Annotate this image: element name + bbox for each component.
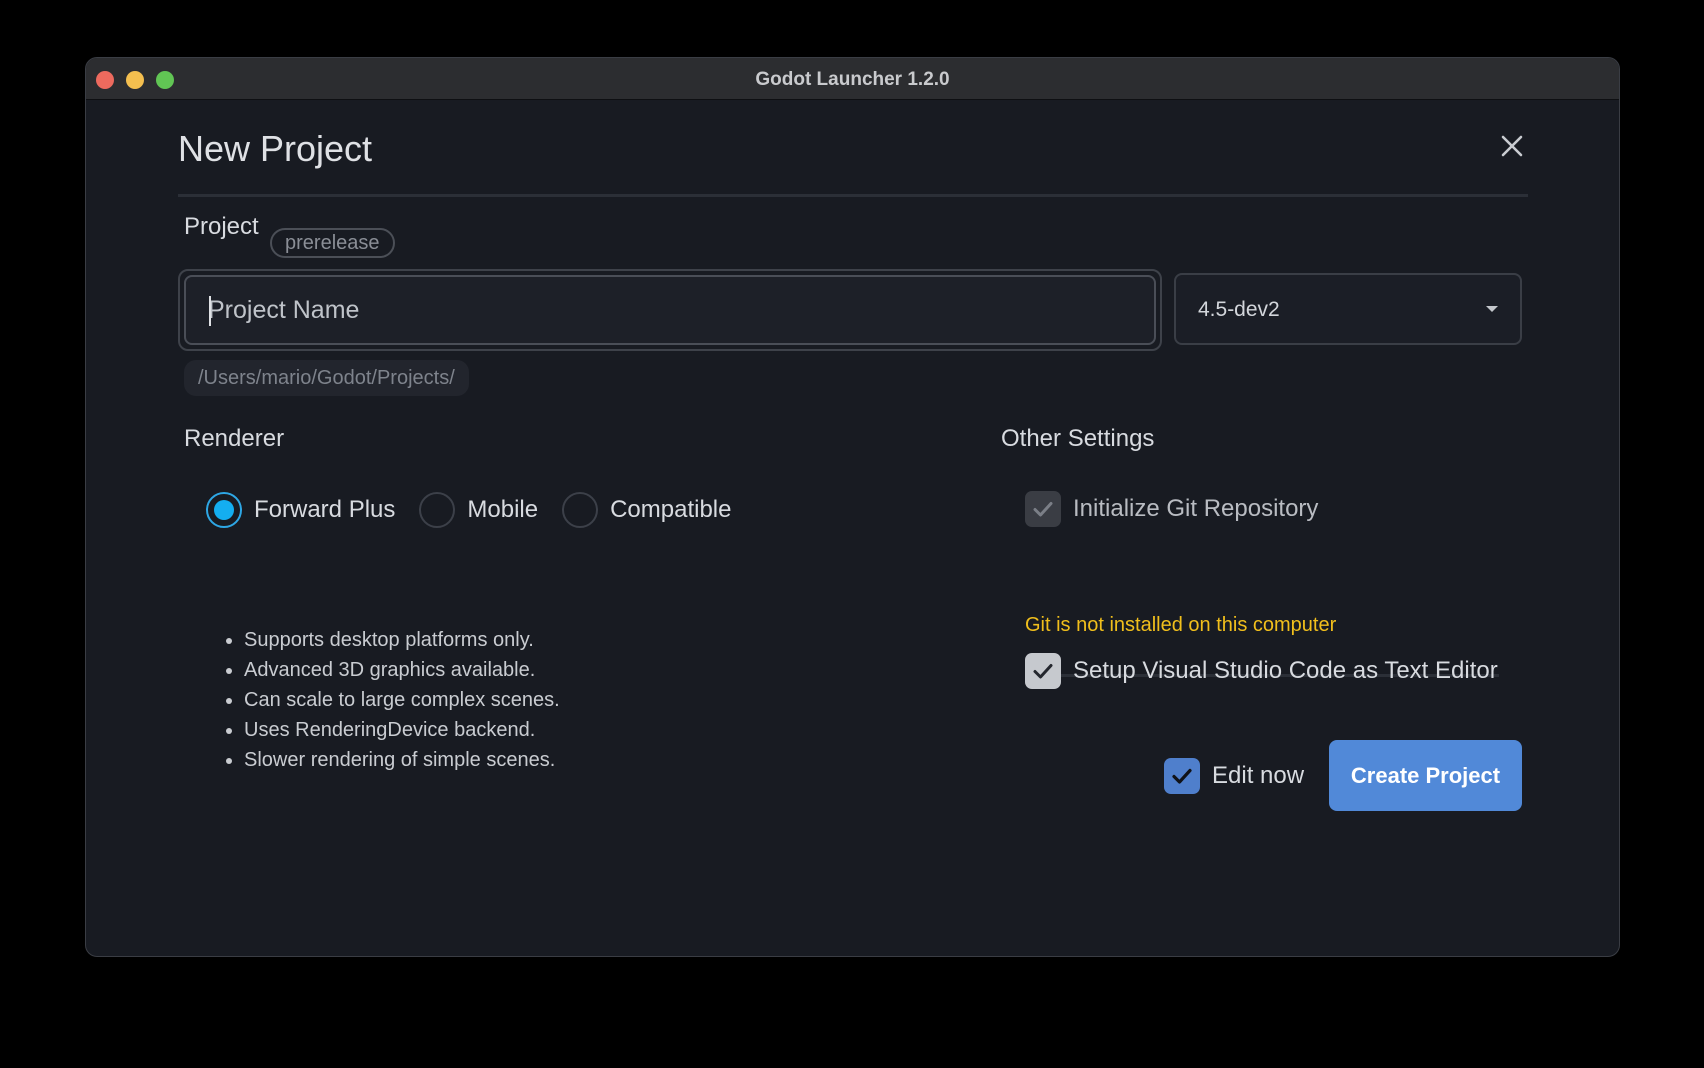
feature-item: Slower rendering of simple scenes. — [226, 745, 560, 775]
edit-now-checkbox[interactable] — [1164, 758, 1200, 794]
header-divider — [178, 194, 1528, 197]
create-project-button[interactable]: Create Project — [1329, 740, 1522, 811]
edit-now-label: Edit now — [1212, 762, 1305, 789]
init-git-label: Initialize Git Repository — [1073, 495, 1319, 522]
renderer-radio-group: Forward Plus Mobile Compatible — [206, 490, 755, 530]
renderer-option-label: Compatible — [610, 496, 732, 523]
renderer-section-label: Renderer — [184, 425, 285, 452]
dialog-title: New Project — [178, 128, 373, 169]
checkmark-icon — [1172, 768, 1192, 784]
version-select[interactable]: 4.5-dev2 — [1174, 273, 1522, 345]
caret-down-icon — [1486, 306, 1498, 312]
radio-button[interactable] — [562, 492, 599, 528]
feature-item: Uses RenderingDevice backend. — [226, 715, 560, 745]
other-settings-label: Other Settings — [1001, 425, 1155, 452]
checkmark-icon — [1033, 664, 1053, 679]
git-warning: Git is not installed on this computer — [1025, 614, 1337, 636]
close-dialog-button[interactable] — [1496, 130, 1528, 162]
window-title: Godot Launcher 1.2.0 — [755, 69, 950, 90]
project-section-label: Project — [184, 213, 259, 240]
renderer-feature-list: Supports desktop platforms only. Advance… — [226, 625, 560, 775]
version-select-value: 4.5-dev2 — [1198, 298, 1280, 321]
text-caret — [209, 296, 211, 326]
renderer-option-label: Forward Plus — [254, 496, 396, 523]
vscode-checkbox[interactable] — [1025, 653, 1061, 689]
feature-item: Can scale to large complex scenes. — [226, 685, 560, 715]
init-git-option[interactable]: Initialize Git Repository — [1025, 491, 1318, 527]
radio-button-selected[interactable] — [206, 492, 242, 528]
project-name-input[interactable] — [184, 275, 1156, 345]
close-icon — [1501, 135, 1523, 157]
renderer-option-mobile[interactable]: Mobile — [419, 492, 538, 528]
init-git-checkbox[interactable] — [1025, 491, 1061, 527]
edit-now-option[interactable]: Edit now — [1164, 758, 1304, 794]
title-bar: Godot Launcher 1.2.0 — [86, 58, 1619, 100]
renderer-option-forward-plus[interactable]: Forward Plus — [206, 492, 395, 528]
renderer-option-label: Mobile — [467, 496, 539, 523]
launcher-window: Godot Launcher 1.2.0 New Project Project… — [85, 57, 1620, 957]
renderer-option-compatible[interactable]: Compatible — [562, 492, 731, 528]
project-name-field — [178, 269, 1162, 351]
feature-item: Supports desktop platforms only. — [226, 625, 560, 655]
prerelease-badge: prerelease — [270, 228, 395, 258]
checkmark-icon — [1033, 502, 1053, 517]
radio-button[interactable] — [419, 492, 456, 528]
vscode-label: Setup Visual Studio Code as Text Editor — [1073, 657, 1498, 684]
vscode-option[interactable]: Setup Visual Studio Code as Text Editor — [1025, 653, 1498, 689]
project-path-chip[interactable]: /Users/mario/Godot/Projects/ — [184, 360, 469, 396]
feature-item: Advanced 3D graphics available. — [226, 655, 560, 685]
